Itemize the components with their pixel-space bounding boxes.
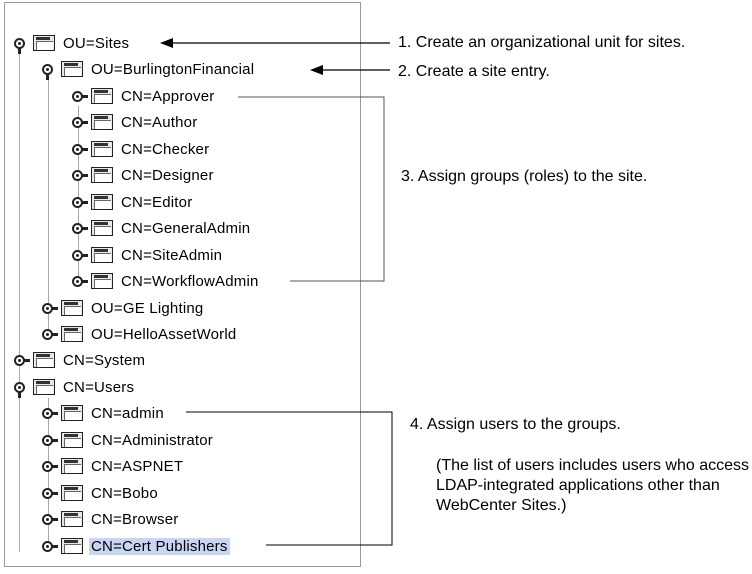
callout-lines (160, 38, 393, 546)
callout-arrowhead-step-1 (160, 38, 173, 48)
callout-bracket-step-4 (186, 411, 393, 546)
callout-arrowhead-step-2 (310, 65, 323, 75)
callout-bracket-step-3 (238, 96, 385, 282)
